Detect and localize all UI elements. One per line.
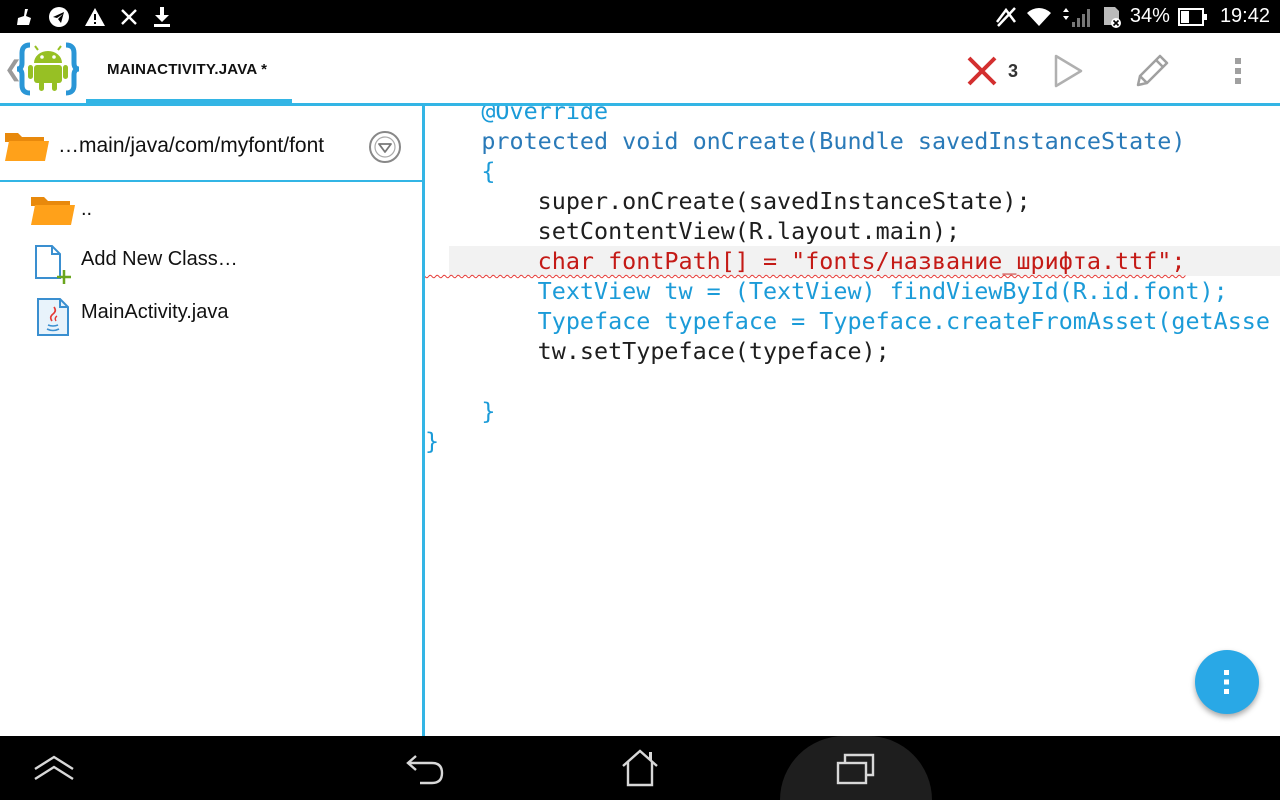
folder-icon [5,133,49,161]
mute-icon [994,0,1018,33]
code-line-11[interactable]: } [425,396,495,426]
errors-button[interactable]: 3 [966,55,1018,87]
status-bar: 34% 19:42 [0,0,1280,33]
code-token: Typeface typeface = Typeface.createFromA… [425,307,1270,335]
code-line-9[interactable]: tw.setTypeface(typeface); [425,336,890,366]
code-editor[interactable]: @Override protected void onCreate(Bundle… [425,106,1280,736]
list-item-label: Add New Class… [81,248,238,270]
signal-icon [1060,0,1094,33]
code-token: } [425,397,496,425]
list-item-add-new-class[interactable]: Add New Class… [0,236,423,286]
wifi-icon [1026,0,1052,33]
home-icon [622,749,658,787]
edit-button[interactable] [1132,51,1172,91]
list-item-label: .. [81,198,93,220]
code-token: @Override [425,106,609,125]
code-token: setContentView(R.layout.main); [425,217,961,245]
vertical-dots-icon [1224,670,1229,694]
error-x-icon [967,56,997,86]
back-icon [406,755,444,785]
play-icon [1054,54,1083,88]
code-token: char fontPath[] = "fonts/название_шрифта… [425,247,1186,275]
warning-icon [84,0,106,33]
code-line-8[interactable]: Typeface typeface = Typeface.createFromA… [425,306,1270,336]
overflow-menu-button[interactable] [1218,51,1258,91]
recent-apps-button[interactable] [826,742,886,794]
list-item-mainactivity[interactable]: MainActivity.java [0,289,423,339]
clock: 19:42 [1219,5,1270,27]
file-browser: …main/java/com/myfont/font .. Add New Cl… [0,106,423,736]
overflow-menu-icon [1235,58,1241,84]
code-token: { [425,157,496,185]
battery-icon [1177,0,1208,33]
tab-mainactivity[interactable]: MAINACTIVITY.JAVA * [86,33,292,105]
error-count: 3 [1008,60,1019,81]
list-item-parent-folder[interactable]: .. [0,186,423,236]
current-path: …main/java/com/myfont/font [58,134,325,157]
sd-card-icon [1102,0,1122,33]
tab-label: MAINACTIVITY.JAVA * [107,61,268,78]
code-line-2[interactable]: protected void onCreate(Bundle savedInst… [425,126,1185,156]
back-button[interactable] [394,742,454,794]
code-token: protected void onCreate(Bundle savedInst… [425,127,1186,155]
close-icon [120,0,138,33]
broom-icon [14,0,34,33]
add-file-icon [35,245,71,284]
android-logo-icon[interactable] [16,41,80,97]
code-line-5[interactable]: setContentView(R.layout.main); [425,216,960,246]
code-line-1[interactable]: @Override [425,106,608,126]
floating-action-button[interactable] [1195,650,1259,714]
current-path-row[interactable]: …main/java/com/myfont/font [0,106,423,182]
download-icon [152,0,172,33]
code-line-12[interactable]: } [425,426,439,456]
app-up-icon [34,755,74,781]
code-token: super.onCreate(savedInstanceState); [425,187,1031,215]
list-item-label: MainActivity.java [81,301,229,323]
pencil-icon [1136,54,1169,87]
app-up-button[interactable] [24,742,84,794]
run-button[interactable] [1048,51,1088,91]
java-file-icon [37,298,69,336]
telegram-icon [48,0,70,33]
battery-percent: 34% [1129,5,1170,27]
path-divider [0,180,423,182]
navigation-bar [0,736,1280,800]
code-line-6-current[interactable]: char fontPath[] = "fonts/название_шрифта… [449,246,1280,276]
code-line-3[interactable]: { [425,156,495,186]
action-bar: ❮ MAINACTIVITY.JAVA * 3 [0,33,1280,105]
code-token: TextView tw = (TextView) findViewById(R.… [425,277,1228,305]
code-token: } [425,427,440,455]
home-button[interactable] [610,742,670,794]
chevron-down-icon[interactable] [368,130,402,164]
code-token: tw.setTypeface(typeface); [425,337,890,365]
recent-apps-icon [836,753,875,785]
code-line-7[interactable]: TextView tw = (TextView) findViewById(R.… [425,276,1228,306]
folder-icon [31,197,75,225]
code-line-4[interactable]: super.onCreate(savedInstanceState); [425,186,1031,216]
